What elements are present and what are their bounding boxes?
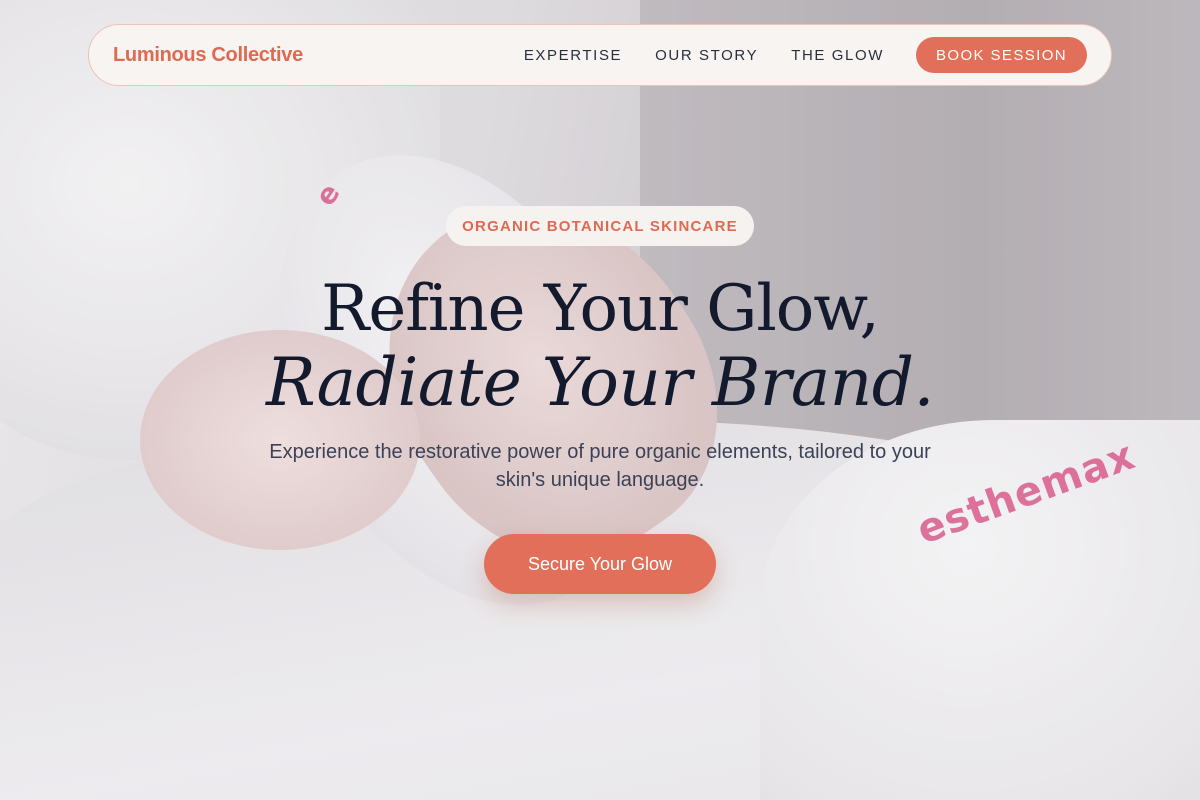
nav-link-the-glow[interactable]: THE GLOW xyxy=(791,47,884,64)
nav-links: EXPERTISE OUR STORY THE GLOW BOOK SESSIO… xyxy=(491,37,1087,73)
hero-subtext: Experience the restorative power of pure… xyxy=(269,441,931,491)
nav-link-expertise[interactable]: EXPERTISE xyxy=(524,47,622,64)
hero-headline: Refine Your Glow, Radiate Your Brand. xyxy=(0,272,1200,420)
book-session-button[interactable]: BOOK SESSION xyxy=(916,37,1087,73)
hero-badge: ORGANIC BOTANICAL SKINCARE xyxy=(446,206,754,246)
headline-line-2: Radiate Your Brand. xyxy=(265,344,935,421)
secure-your-glow-button[interactable]: Secure Your Glow xyxy=(484,534,716,594)
top-navigation-bar: Luminous Collective EXPERTISE OUR STORY … xyxy=(88,24,1112,86)
headline-line-1: Refine Your Glow, xyxy=(321,272,880,346)
brand-logo-text[interactable]: Luminous Collective xyxy=(113,44,303,67)
nav-link-our-story[interactable]: OUR STORY xyxy=(655,47,758,64)
